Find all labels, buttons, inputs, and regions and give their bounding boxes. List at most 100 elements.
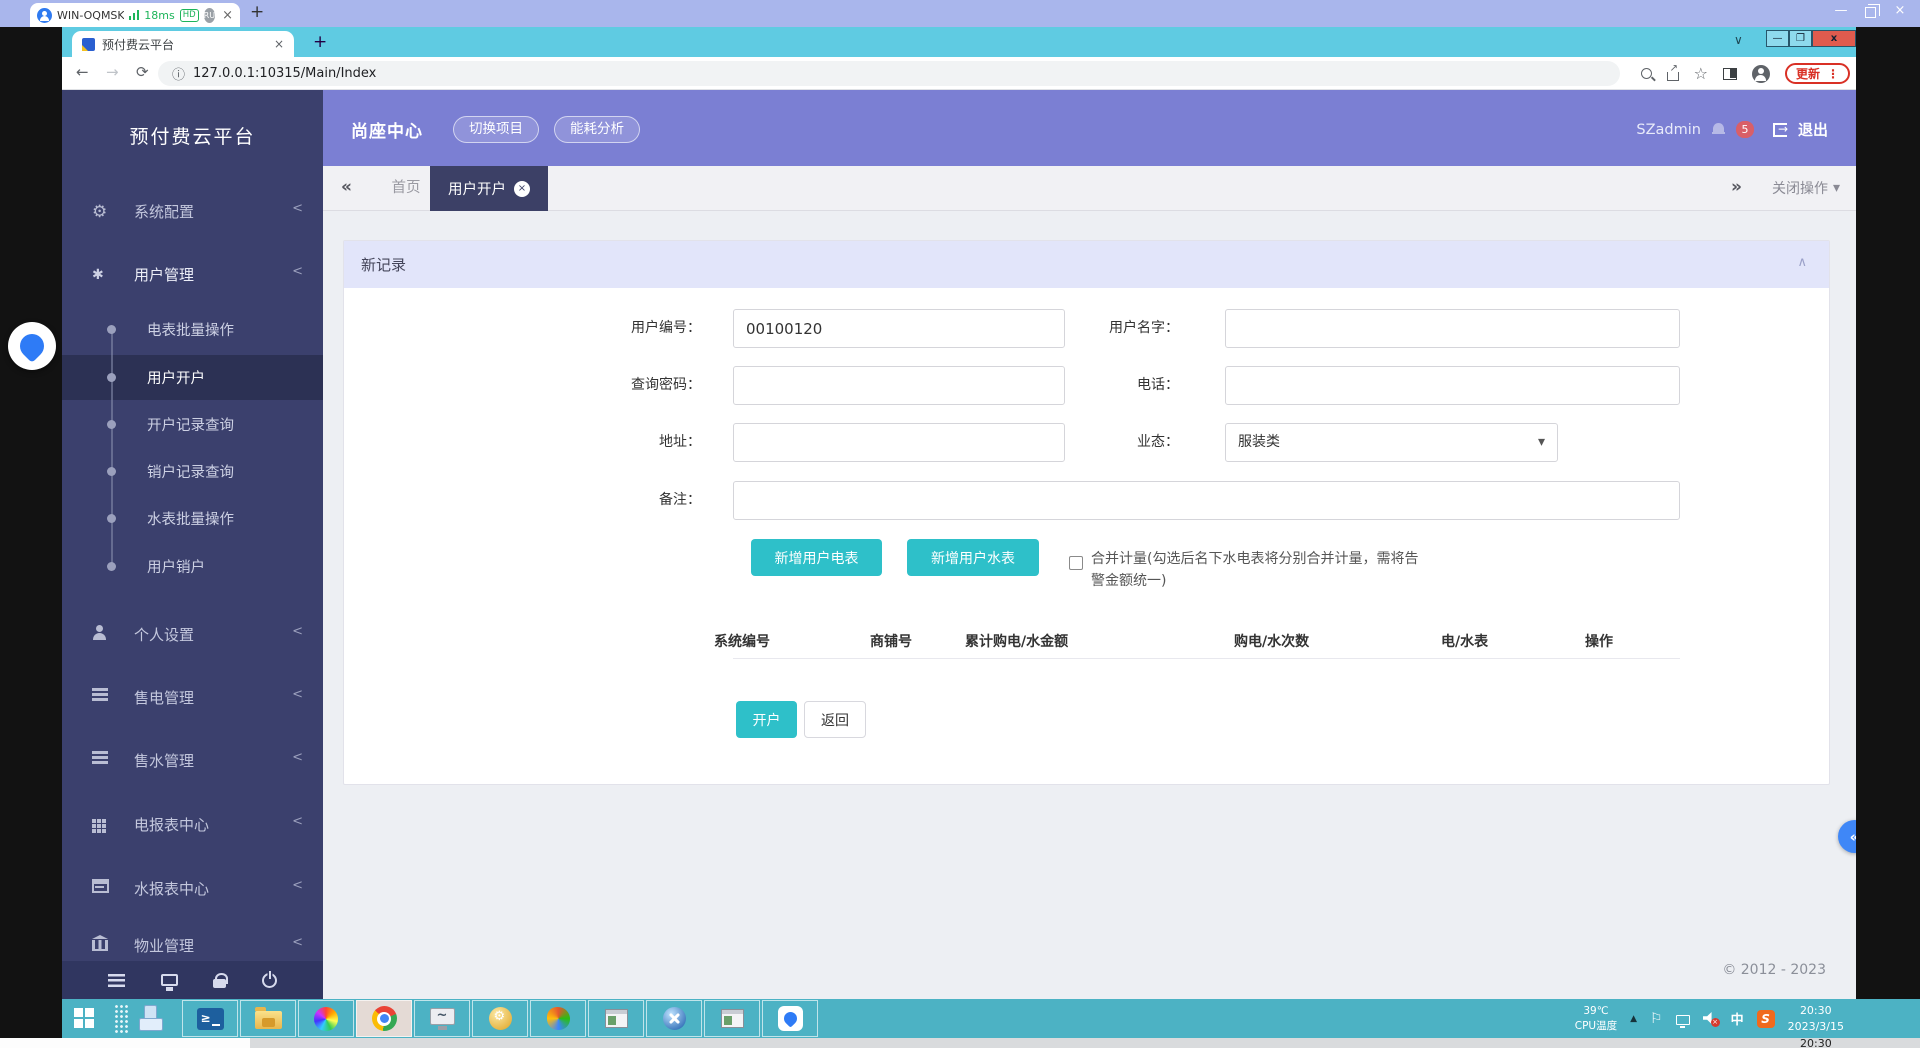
taskbar-abstract-app[interactable] — [530, 1000, 586, 1037]
bullet-icon — [107, 562, 116, 571]
logout-button[interactable]: 退出 — [1798, 119, 1828, 140]
power-icon[interactable] — [262, 973, 277, 988]
remote-session-tab[interactable]: WIN-OQMSK21... 18ms HD RU × — [30, 3, 240, 27]
more-menu-icon[interactable]: ⋮ — [1827, 67, 1839, 81]
sidebar-item-property-management[interactable]: 物业管理 < — [62, 932, 323, 958]
taskbar-todesk[interactable] — [762, 1000, 818, 1037]
sidebar-item-electric-reports[interactable]: 电报表中心 < — [62, 811, 323, 837]
energy-analysis-button[interactable]: 能耗分析 — [554, 116, 640, 143]
sogou-icon[interactable]: S — [1757, 1010, 1775, 1028]
action-center-flag-icon[interactable]: ⚐ — [1650, 1011, 1663, 1027]
remote-tab-close-icon[interactable]: × — [222, 8, 233, 23]
window-close-button[interactable]: × — [1892, 3, 1908, 18]
username[interactable]: SZadmin — [1636, 122, 1701, 138]
window-minimize-button[interactable]: — — [1833, 3, 1849, 18]
tab-scroll-right-icon[interactable]: » — [1731, 177, 1742, 197]
split-screen-icon[interactable] — [1723, 68, 1737, 80]
remark-input[interactable] — [733, 481, 1680, 520]
grid-icon — [92, 819, 96, 823]
edge-collapse-fab[interactable]: « — [1838, 820, 1856, 853]
taskbar-file-explorer[interactable] — [240, 1000, 296, 1037]
collapse-chevron-icon[interactable]: ∧ — [1797, 255, 1807, 270]
sidebar-subitem-open-record-query[interactable]: 开户记录查询 — [62, 412, 323, 436]
add-electric-meter-button[interactable]: 新增用户电表 — [751, 539, 882, 576]
share-icon[interactable] — [1667, 72, 1679, 81]
user-no-input[interactable] — [733, 309, 1065, 348]
sidebar-subitem-meter-batch[interactable]: 电表批量操作 — [62, 317, 323, 341]
dots-grid-icon[interactable] — [114, 1004, 129, 1033]
sidebar-subitem-user-close-account[interactable]: 用户销户 — [62, 554, 323, 578]
sidebar-item-water-reports[interactable]: 水报表中心 < — [62, 875, 323, 901]
sidebar-item-electric-sales[interactable]: 售电管理 < — [62, 684, 323, 710]
update-button[interactable]: 更新 ⋮ — [1785, 63, 1850, 84]
taskbar-chrome-active[interactable] — [356, 1000, 412, 1037]
site-info-icon[interactable]: ⓘ — [172, 64, 185, 83]
bell-icon[interactable] — [1712, 123, 1725, 136]
sidebar-bottom-bar — [62, 961, 323, 999]
taskbar-tools-orb-app[interactable] — [646, 1000, 702, 1037]
taskbar-swirl-app[interactable] — [298, 1000, 354, 1037]
tab-close-icon[interactable]: × — [514, 181, 530, 197]
start-button[interactable] — [74, 1008, 83, 1017]
building-icon — [92, 940, 108, 951]
person-icon — [92, 625, 106, 640]
address-input[interactable] — [733, 423, 1065, 462]
taskbar-clock[interactable]: 20:30 2023/3/15 — [1788, 1003, 1844, 1034]
browser-toolbar: ← → ⟳ ⓘ 127.0.0.1:10315/Main/Index ☆ 更新 … — [62, 57, 1856, 90]
browser-minimize-button[interactable]: — — [1766, 30, 1789, 47]
address-bar[interactable]: ⓘ 127.0.0.1:10315/Main/Index — [158, 61, 1620, 86]
sidebar-item-system-config[interactable]: 系统配置 < — [62, 198, 323, 224]
window-restore-button[interactable] — [1865, 7, 1876, 18]
cpu-temp-widget[interactable]: 39℃ CPU温度 — [1575, 1004, 1617, 1032]
panel-title: 新记录 — [361, 254, 406, 275]
sidebar-item-user-management[interactable]: 用户管理 < — [62, 261, 323, 287]
tab-scroll-left-icon[interactable]: « — [341, 177, 352, 197]
app-header: 尚座中心 切换项目 能耗分析 SZadmin 5 退出 — [323, 90, 1856, 166]
ime-indicator[interactable]: 中 — [1731, 1009, 1744, 1028]
query-password-input[interactable] — [733, 366, 1065, 405]
taskbar-meter-monitor-app[interactable] — [414, 1000, 470, 1037]
merge-checkbox[interactable] — [1069, 556, 1083, 570]
bookmark-star-icon[interactable]: ☆ — [1694, 66, 1708, 82]
browser-tab[interactable]: 预付费云平台 × — [72, 31, 294, 57]
add-water-meter-button[interactable]: 新增用户水表 — [907, 539, 1039, 576]
muted-speaker-icon[interactable] — [1703, 1012, 1718, 1025]
switch-project-button[interactable]: 切换项目 — [453, 116, 539, 143]
back-button[interactable]: ← — [76, 63, 89, 81]
browser-tab-close-icon[interactable]: × — [274, 37, 284, 51]
reload-button[interactable]: ⟳ — [136, 63, 149, 81]
sidebar-subitem-close-record-query[interactable]: 销户记录查询 — [62, 459, 323, 483]
tab-user-open-account[interactable]: 用户开户 × — [430, 166, 548, 211]
browser-restore-button[interactable]: ❐ — [1789, 30, 1812, 47]
notification-badge[interactable]: 5 — [1736, 121, 1754, 138]
forward-button[interactable]: → — [106, 63, 119, 81]
monitor-icon[interactable] — [161, 974, 178, 986]
taskbar-window-app-2[interactable] — [704, 1000, 760, 1037]
open-account-submit-button[interactable]: 开户 — [736, 701, 797, 738]
taskbar-powershell[interactable] — [182, 1000, 238, 1037]
sidebar-item-water-sales[interactable]: 售水管理 < — [62, 747, 323, 773]
close-operations-dropdown[interactable]: 关闭操作 ▾ — [1772, 178, 1840, 198]
computer-toolbox-icon[interactable] — [144, 1005, 157, 1027]
network-icon[interactable] — [1676, 1015, 1690, 1025]
profile-avatar-icon[interactable] — [1752, 65, 1770, 83]
page-tabbar: « 首页 用户开户 × » 关闭操作 ▾ — [323, 166, 1856, 211]
todesk-floating-ball[interactable] — [8, 322, 56, 370]
taskbar-window-app-1[interactable] — [588, 1000, 644, 1037]
remote-new-tab-button[interactable]: + — [250, 2, 264, 22]
browser-menu-chevron-icon[interactable]: ∨ — [1734, 33, 1743, 47]
browser-close-button[interactable]: x — [1812, 30, 1856, 47]
zoom-icon[interactable] — [1641, 68, 1652, 79]
phone-input[interactable] — [1225, 366, 1680, 405]
return-button[interactable]: 返回 — [804, 701, 866, 738]
sidebar-subitem-water-meter-batch[interactable]: 水表批量操作 — [62, 506, 323, 530]
show-hidden-icons[interactable]: ▲ — [1630, 1014, 1637, 1024]
sidebar-item-personal-settings[interactable]: 个人设置 < — [62, 621, 323, 647]
lock-icon[interactable] — [213, 979, 226, 988]
user-name-input[interactable] — [1225, 309, 1680, 348]
business-type-select[interactable]: 服装类 ▾ — [1225, 423, 1558, 462]
sidebar-subitem-user-open-account[interactable]: 用户开户 — [62, 365, 323, 389]
taskbar-gold-gear-app[interactable] — [472, 1000, 528, 1037]
hamburger-menu-icon[interactable] — [108, 974, 125, 987]
browser-new-tab-button[interactable]: + — [313, 32, 327, 52]
